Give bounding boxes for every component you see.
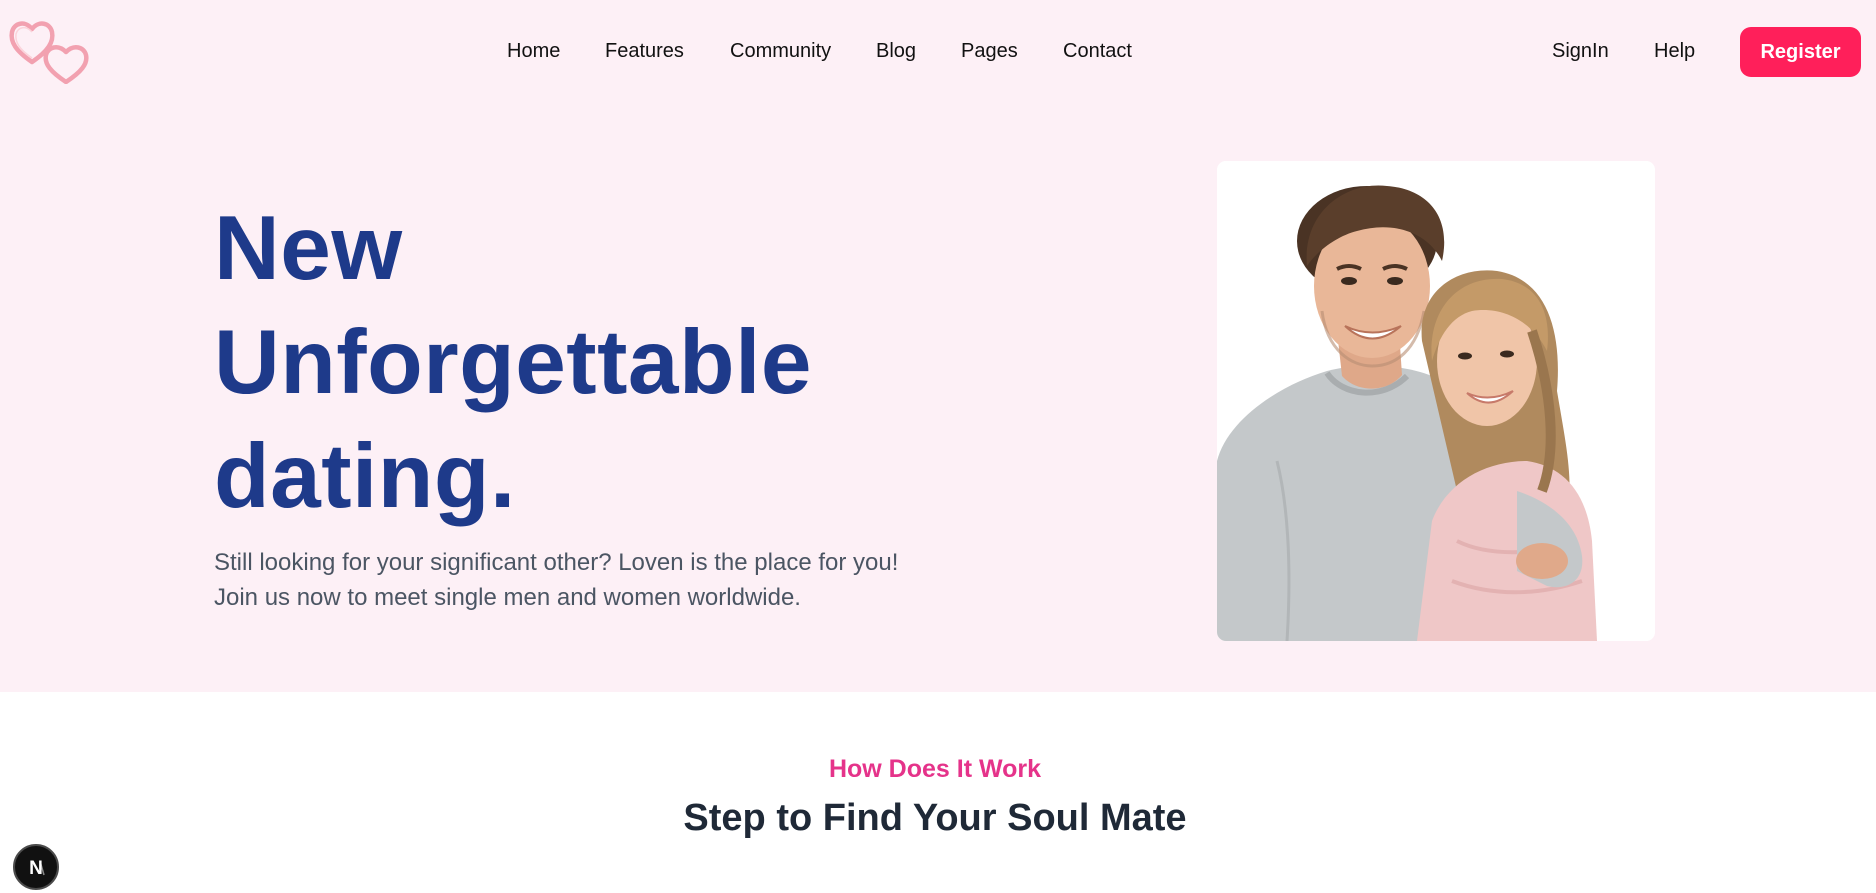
hero-title-line: New [214, 198, 403, 299]
register-button[interactable]: Register [1740, 27, 1861, 77]
nav-community-link[interactable]: Community [730, 40, 831, 63]
nextjs-dev-badge[interactable]: N [13, 844, 59, 890]
hero-subtitle-line: Still looking for your significant other… [214, 549, 899, 576]
signin-link[interactable]: SignIn [1552, 40, 1609, 63]
nextjs-n-icon: N [29, 858, 45, 879]
hero-subtitle-line: Join us now to meet single men and women… [214, 584, 801, 611]
main-nav: Home Features Community Blog Pages Conta… [0, 40, 1876, 64]
hero-section: Home Features Community Blog Pages Conta… [0, 0, 1876, 692]
nav-features-link[interactable]: Features [605, 40, 684, 63]
nav-blog-link[interactable]: Blog [876, 40, 916, 63]
hero-couple-image [1217, 161, 1655, 641]
nav-home-link[interactable]: Home [507, 40, 560, 63]
nav-contact-link[interactable]: Contact [1063, 40, 1132, 63]
hero-subtitle: Still looking for your significant other… [214, 545, 898, 615]
how-it-works-eyebrow: How Does It Work [828, 755, 1042, 783]
nav-pages-link[interactable]: Pages [961, 40, 1018, 63]
hero-title-line: Unforgettable [214, 312, 812, 413]
hero-title-line: dating. [214, 426, 516, 527]
help-link[interactable]: Help [1654, 40, 1695, 63]
couple-photo-illustration [1217, 161, 1655, 641]
hero-title: New Unforgettable dating. [214, 192, 812, 534]
how-it-works-title: Step to Find Your Soul Mate [683, 797, 1187, 839]
